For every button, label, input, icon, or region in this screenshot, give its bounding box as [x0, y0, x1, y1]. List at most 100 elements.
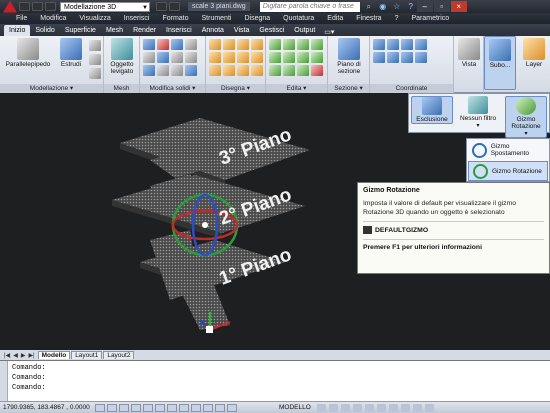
ucs-z-icon[interactable]	[415, 39, 427, 50]
command-window[interactable]: Comando: Comando: Comando:	[0, 360, 550, 402]
tab-layout2[interactable]: Layout2	[103, 351, 135, 359]
gizmo-spostamento-item[interactable]: Gizmo Spostamento	[468, 140, 548, 160]
minimize-button[interactable]: –	[416, 1, 433, 12]
mirror-icon[interactable]	[283, 52, 295, 63]
pan-icon[interactable]	[340, 403, 350, 412]
move-icon[interactable]	[269, 39, 281, 50]
tab-inserisci[interactable]: Inserisci	[161, 25, 197, 36]
lineweight-toggle[interactable]	[203, 403, 213, 412]
ribbon-minimize-icon[interactable]: ▭▾	[324, 28, 334, 36]
smooth-icon[interactable]	[89, 40, 101, 51]
menu-file[interactable]: File	[16, 15, 27, 22]
menu-finestra[interactable]: Finestra	[356, 15, 381, 22]
menu-strumenti[interactable]: Strumenti	[202, 15, 232, 22]
intersect-icon[interactable]	[171, 39, 183, 50]
union-icon[interactable]	[143, 39, 155, 50]
menu-help[interactable]: ?	[395, 15, 399, 22]
annotation-scale-icon[interactable]	[388, 403, 398, 412]
circle-icon[interactable]	[237, 39, 249, 50]
subobject-button[interactable]: Subo...	[484, 36, 516, 90]
oggetto-levigato-button[interactable]: Oggetto levigato	[106, 38, 138, 75]
help-icon[interactable]: ?	[406, 2, 416, 11]
estrudi-button[interactable]: Estrudi	[56, 38, 86, 68]
extract-edges-icon[interactable]	[185, 52, 197, 63]
tab-modello[interactable]: Modello	[37, 351, 71, 359]
ellipse-icon[interactable]	[237, 52, 249, 63]
quick-view-layouts-icon[interactable]	[316, 403, 326, 412]
3dosnap-toggle[interactable]	[155, 403, 165, 412]
menu-visualizza[interactable]: Visualizza	[79, 15, 110, 22]
hatch-icon[interactable]	[223, 65, 235, 76]
command-prompt[interactable]: Comando:	[12, 384, 46, 392]
ucs-view-icon[interactable]	[415, 52, 427, 63]
workspace-switch-icon[interactable]	[400, 403, 410, 412]
clean-icon[interactable]	[171, 65, 183, 76]
erase-icon[interactable]	[311, 65, 323, 76]
fillet-icon[interactable]	[297, 52, 309, 63]
first-tab-icon[interactable]: |◀	[4, 352, 10, 359]
panel-title-coordinate[interactable]: Coordinate	[370, 84, 453, 93]
open-file-icon[interactable]	[32, 2, 43, 11]
thicken-icon[interactable]	[143, 52, 155, 63]
next-tab-icon[interactable]: ▶	[21, 352, 26, 359]
panel-title-mesh[interactable]: Mesh	[104, 84, 139, 93]
tab-annota[interactable]: Annota	[197, 25, 229, 36]
favorites-star-icon[interactable]: ☆	[392, 2, 402, 11]
spline-icon[interactable]	[251, 52, 263, 63]
new-file-icon[interactable]	[19, 2, 30, 11]
quick-view-drawings-icon[interactable]	[328, 403, 338, 412]
prev-tab-icon[interactable]: ◀	[13, 352, 18, 359]
tab-mesh[interactable]: Mesh	[101, 25, 128, 36]
ucs-y-icon[interactable]	[401, 52, 413, 63]
polyline-icon[interactable]	[223, 39, 235, 50]
restore-button[interactable]: ▫	[433, 1, 450, 12]
quick-properties-toggle[interactable]	[227, 403, 237, 412]
isolate-icon[interactable]	[424, 403, 434, 412]
ucs-origin-icon[interactable]	[401, 39, 413, 50]
menu-edita[interactable]: Edita	[327, 15, 343, 22]
tab-inizio[interactable]: Inizio	[4, 25, 31, 36]
command-window-grip[interactable]	[0, 361, 8, 402]
tab-render[interactable]: Render	[128, 25, 161, 36]
tab-layout1[interactable]: Layout1	[71, 351, 103, 359]
otrack-toggle[interactable]	[167, 403, 177, 412]
workspace-select[interactable]: Modellazione 3D ▼	[60, 1, 150, 12]
zoom-icon[interactable]	[352, 403, 362, 412]
ducs-toggle[interactable]	[179, 403, 189, 412]
close-button[interactable]: ×	[450, 1, 467, 12]
binoculars-icon[interactable]: ⌕	[364, 2, 374, 11]
transparency-toggle[interactable]	[215, 403, 225, 412]
region-icon[interactable]	[251, 65, 263, 76]
space-indicator[interactable]: MODELLO	[279, 404, 311, 411]
interfere-icon[interactable]	[157, 52, 169, 63]
menu-inserisci[interactable]: Inserisci	[124, 15, 150, 22]
trim-icon[interactable]	[297, 39, 309, 50]
save-icon[interactable]	[45, 2, 56, 11]
copy-icon[interactable]	[269, 52, 281, 63]
slice-icon[interactable]	[185, 39, 197, 50]
autocad-logo-icon[interactable]	[3, 0, 17, 13]
menu-parametrico[interactable]: Parametrico	[411, 15, 449, 22]
ucs-3point-icon[interactable]	[373, 52, 385, 63]
shell-icon[interactable]	[157, 65, 169, 76]
panel-title-sezione[interactable]: Sezione ▾	[328, 84, 369, 93]
sweep-icon[interactable]	[89, 54, 101, 65]
extend-icon[interactable]	[311, 39, 323, 50]
separate-icon[interactable]	[143, 65, 155, 76]
undo-icon[interactable]	[169, 2, 180, 11]
panel-title-modellazione[interactable]: Modellazione ▾	[0, 84, 103, 93]
piano-sezione-button[interactable]: Piano di sezione	[331, 38, 367, 75]
menu-disegna[interactable]: Disegna	[244, 15, 270, 22]
vista-button[interactable]: Vista	[457, 38, 481, 68]
tab-superficie[interactable]: Superficie	[60, 25, 101, 36]
plot-icon[interactable]	[156, 2, 167, 11]
esclusione-button[interactable]: Esclusione	[411, 96, 453, 124]
point-icon[interactable]	[237, 65, 249, 76]
panel-title-modifica-solidi[interactable]: Modifica solidi ▾	[140, 84, 205, 93]
stretch-icon[interactable]	[269, 65, 281, 76]
menu-modifica[interactable]: Modifica	[40, 15, 66, 22]
grid-toggle[interactable]	[107, 403, 117, 412]
imprint-icon[interactable]	[171, 52, 183, 63]
gizmo-rotazione-dropdown[interactable]: Gizmo Rotazione ▾	[505, 96, 547, 138]
search-input[interactable]: Digitare parola chiave o frase	[259, 1, 360, 12]
